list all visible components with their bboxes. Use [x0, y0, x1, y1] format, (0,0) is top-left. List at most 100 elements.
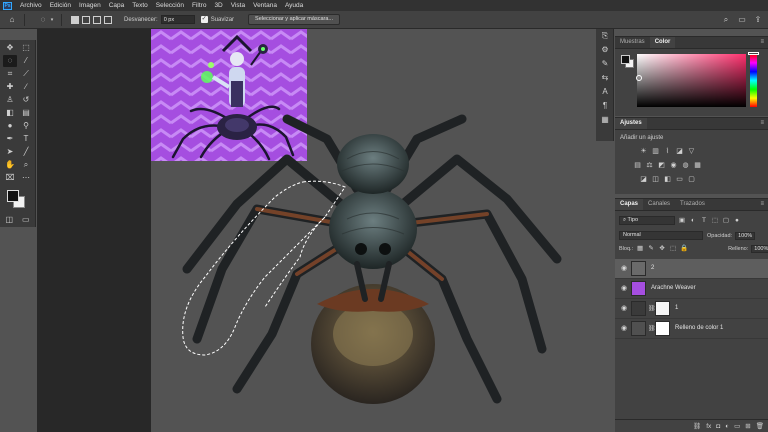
visibility-eye-icon[interactable]: ◉ [620, 265, 628, 273]
pixel-filter-icon[interactable]: ▣ [678, 217, 686, 225]
type-tool-icon[interactable]: T [19, 133, 33, 145]
layer-name[interactable]: Arachne Weaver [651, 285, 696, 291]
hue-slider-handle[interactable] [748, 52, 759, 55]
lock-artboard-icon[interactable]: ⬚ [669, 245, 677, 253]
threshold-icon[interactable]: ◧ [663, 176, 672, 184]
menu-archivo[interactable]: Archivo [16, 2, 46, 9]
vibrance-icon[interactable]: ▽ [687, 148, 696, 156]
feather-input[interactable]: 0 px [160, 15, 195, 24]
tab-ajustes[interactable]: Ajustes [615, 118, 647, 129]
path-selection-icon[interactable]: ➤ [3, 146, 17, 158]
panel-menu-icon[interactable]: ≡ [760, 118, 768, 129]
visibility-eye-icon[interactable]: ◉ [620, 325, 628, 333]
workspace-icon[interactable]: ▭ [736, 14, 748, 26]
magic-wand-tool-icon[interactable]: ⁄ [19, 55, 33, 67]
chevron-down-icon[interactable]: ▾ [49, 14, 55, 26]
menu-texto[interactable]: Texto [128, 2, 152, 9]
lock-pixels-icon[interactable]: ✎ [647, 245, 655, 253]
more-tools-icon[interactable]: ⋯ [19, 172, 33, 184]
select-and-mask-button[interactable]: Seleccionar y aplicar máscara... [248, 14, 340, 25]
line-tool-icon[interactable]: ╱ [19, 146, 33, 158]
canvas[interactable] [37, 29, 612, 432]
pen-tool-icon[interactable]: ✒ [3, 133, 17, 145]
tab-color[interactable]: Color [649, 37, 676, 48]
tab-capas[interactable]: Capas [615, 199, 644, 210]
properties-panel-icon[interactable]: ⚙ [596, 43, 614, 57]
new-group-icon[interactable]: ▭ [734, 422, 740, 430]
menu-edicion[interactable]: Edición [46, 2, 75, 9]
home-icon[interactable]: ⌂ [6, 14, 18, 26]
edit-toolbar-icon[interactable]: ⌧ [3, 172, 17, 184]
panel-menu-icon[interactable]: ≡ [760, 37, 768, 48]
eyedropper-tool-icon[interactable]: ⟋ [19, 68, 33, 80]
libraries-panel-icon[interactable]: ▦ [596, 113, 614, 127]
foreground-color[interactable] [7, 190, 19, 202]
lock-transparent-icon[interactable]: ▦ [636, 245, 644, 253]
delete-layer-icon[interactable]: 🗑 [756, 422, 764, 430]
layer-mask-thumbnail[interactable] [655, 321, 670, 336]
fill-input[interactable]: 100% [751, 245, 768, 253]
foreground-swatch[interactable] [621, 55, 630, 64]
hue-slider[interactable] [750, 54, 757, 107]
layer-name[interactable]: 2 [651, 265, 654, 271]
layer-style-icon[interactable]: fx [706, 423, 711, 430]
invert-icon[interactable]: ◪ [639, 176, 648, 184]
brush-tool-icon[interactable]: ∕ [19, 81, 33, 93]
menu-ventana[interactable]: Ventana [249, 2, 281, 9]
layer-name[interactable]: 1 [675, 305, 678, 311]
layer-row[interactable]: ◉ 2 [615, 259, 768, 279]
adjustments-panel-icon[interactable]: ⇆ [596, 71, 614, 85]
blend-mode-select[interactable]: Normal [619, 231, 703, 240]
crop-tool-icon[interactable]: ⌗ [3, 68, 17, 80]
color-lookup-icon[interactable]: ▦ [693, 162, 702, 170]
antialias-checkbox[interactable]: ✓ [200, 16, 208, 23]
add-mask-icon[interactable]: ◘ [716, 423, 720, 430]
smart-filter-icon[interactable]: ▢ [722, 217, 730, 225]
color-balance-icon[interactable]: ⚖ [645, 162, 654, 170]
character-panel-icon[interactable]: A [596, 85, 614, 99]
lock-all-icon[interactable]: 🔒 [680, 245, 688, 253]
shape-filter-icon[interactable]: ⬚ [711, 217, 719, 225]
opacity-input[interactable]: 100% [735, 231, 756, 240]
color-swatches[interactable] [0, 188, 35, 214]
gradient-tool-icon[interactable]: ▤ [19, 107, 33, 119]
menu-3d[interactable]: 3D [210, 2, 226, 9]
layer-row[interactable]: ◉ ⛓ Relleno de color 1 [615, 319, 768, 339]
eraser-tool-icon[interactable]: ◧ [3, 107, 17, 119]
curves-icon[interactable]: ⌇ [663, 148, 672, 156]
tab-canales[interactable]: Canales [643, 199, 675, 210]
photo-filter-icon[interactable]: ◉ [669, 162, 678, 170]
healing-brush-icon[interactable]: ✚ [3, 81, 17, 93]
new-layer-icon[interactable]: ⊞ [745, 422, 750, 430]
hue-saturation-icon[interactable]: ▤ [633, 162, 642, 170]
photoshop-logo-icon[interactable]: Ps [3, 1, 12, 10]
menu-capa[interactable]: Capa [105, 2, 129, 9]
posterize-icon[interactable]: ◫ [651, 176, 660, 184]
blur-tool-icon[interactable]: ● [3, 120, 17, 132]
zoom-tool-icon[interactable]: ⌕ [19, 159, 33, 171]
move-tool-icon[interactable]: ✥ [3, 42, 17, 54]
layer-row[interactable]: ◉ ⛓ 1 [615, 299, 768, 319]
tab-muestras[interactable]: Muestras [615, 37, 650, 48]
visibility-eye-icon[interactable]: ◉ [620, 285, 628, 293]
selective-color-icon[interactable]: ▢ [687, 176, 696, 184]
brightness-icon[interactable]: ☀ [639, 148, 648, 156]
panel-menu-icon[interactable]: ≡ [760, 199, 768, 210]
menu-imagen[interactable]: Imagen [75, 2, 105, 9]
channel-mixer-icon[interactable]: ◍ [681, 162, 690, 170]
history-brush-icon[interactable]: ↺ [19, 94, 33, 106]
menu-filtro[interactable]: Filtro [188, 2, 210, 9]
menu-vista[interactable]: Vista [227, 2, 249, 9]
link-layers-icon[interactable]: ⛓ [693, 422, 701, 430]
lasso-preset-icon[interactable]: ◌ [37, 14, 49, 26]
screen-mode-icon[interactable]: ▭ [20, 214, 33, 226]
layer-name[interactable]: Relleno de color 1 [675, 325, 723, 331]
menu-seleccion[interactable]: Selección [152, 2, 188, 9]
layer-row[interactable]: ◉ Arachne Weaver [615, 279, 768, 299]
new-selection-icon[interactable] [71, 15, 79, 24]
menu-ayuda[interactable]: Ayuda [281, 2, 307, 9]
adjustment-filter-icon[interactable]: ◐ [689, 217, 697, 225]
history-panel-icon[interactable]: ⎘ [596, 29, 614, 43]
dodge-tool-icon[interactable]: ⚲ [19, 120, 33, 132]
add-to-selection-icon[interactable] [82, 15, 90, 24]
